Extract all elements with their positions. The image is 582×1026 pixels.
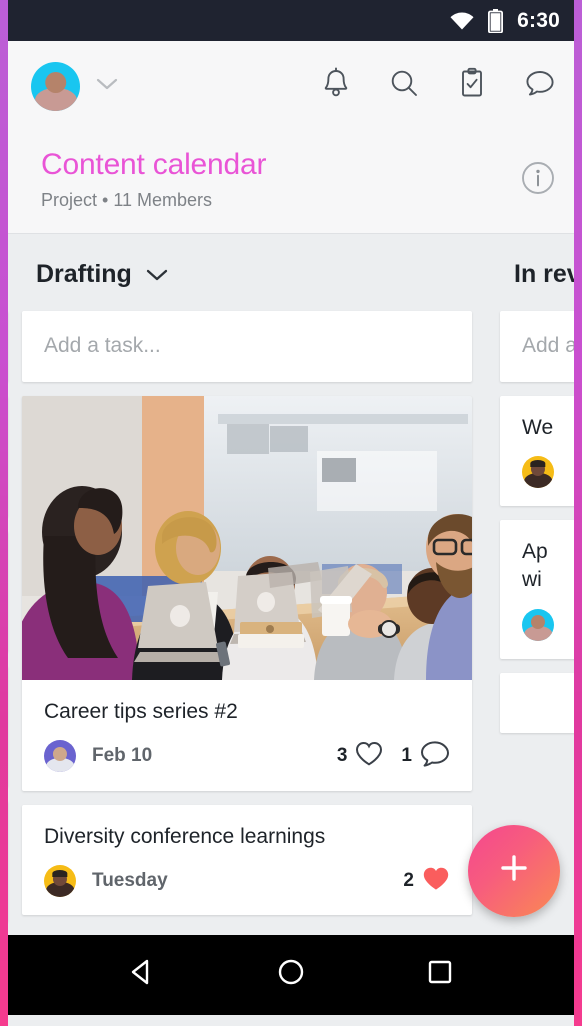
status-bar-clock: 6:30 — [517, 8, 560, 32]
task-card[interactable]: Career tips series #2 Feb 10 3 1 — [22, 395, 472, 791]
search-icon[interactable] — [388, 67, 420, 106]
create-task-fab[interactable] — [468, 824, 560, 917]
task-card-body: Career tips series #2 Feb 10 3 1 — [22, 680, 472, 791]
avatar-hair — [52, 869, 68, 877]
task-card[interactable]: Ap wi — [500, 519, 574, 659]
account-avatar[interactable] — [31, 62, 80, 111]
project-header: Content calendar Project • 11 Members — [8, 132, 574, 234]
task-card-body: We — [500, 396, 574, 506]
kanban-board[interactable]: Drafting Add a task... Career tips serie… — [8, 233, 574, 935]
tasks-icon[interactable] — [456, 67, 488, 106]
assignee-avatar[interactable] — [44, 865, 76, 898]
task-card-meta: Tuesday 2 — [44, 865, 450, 898]
add-task-input[interactable]: Add a task... — [22, 311, 472, 382]
chevron-down-icon[interactable] — [145, 260, 169, 289]
board-column-drafting[interactable]: Drafting Add a task... Career tips serie… — [8, 234, 486, 935]
assignee-avatar[interactable] — [522, 608, 554, 641]
like-count: 2 — [403, 870, 414, 892]
column-title-label: In review — [514, 259, 574, 288]
home-button[interactable] — [274, 955, 308, 994]
task-card[interactable]: Diversity conference learnings Tuesday 2 — [22, 804, 472, 916]
chevron-down-icon[interactable] — [96, 77, 118, 96]
android-nav-bar — [8, 934, 574, 1015]
heart-filled-icon[interactable] — [422, 866, 450, 897]
task-card-title-line2: wi — [522, 568, 542, 592]
recents-button[interactable] — [423, 955, 457, 994]
task-card-meta — [522, 455, 574, 488]
heart-outline-icon[interactable] — [355, 741, 383, 772]
wifi-icon — [449, 11, 475, 31]
task-card-title: Career tips series #2 — [44, 699, 238, 723]
comment-icon[interactable] — [420, 740, 450, 773]
project-header-text: Content calendar Project • 11 Members — [41, 146, 520, 211]
column-title-label: Drafting — [36, 259, 132, 288]
assignee-avatar[interactable] — [44, 740, 76, 773]
messages-icon[interactable] — [524, 67, 556, 106]
phone-frame: 6:30 Content calendar Project • 11 Membe… — [0, 0, 582, 1026]
column-header-drafting[interactable]: Drafting — [22, 234, 472, 311]
add-task-input[interactable]: Add a task... — [500, 311, 574, 382]
task-card-title: Ap — [522, 539, 548, 563]
plus-icon — [494, 848, 534, 893]
add-task-card[interactable]: Add a task... — [500, 310, 574, 382]
task-card-meta — [522, 608, 574, 641]
comment-count: 1 — [401, 745, 412, 767]
phone-screen: 6:30 Content calendar Project • 11 Membe… — [8, 0, 574, 1026]
status-bar: 6:30 — [8, 0, 574, 41]
task-card[interactable] — [500, 672, 574, 733]
avatar-hair — [530, 460, 546, 468]
like-stat[interactable]: 2 — [403, 866, 450, 897]
project-subtitle: Project • 11 Members — [41, 189, 213, 210]
like-count: 3 — [336, 745, 348, 767]
board-columns: Drafting Add a task... Career tips serie… — [8, 234, 574, 935]
task-card-photo — [22, 395, 472, 680]
avatar-head — [44, 71, 67, 94]
battery-icon — [488, 8, 504, 33]
task-card-body: Diversity conference learnings Tuesday 2 — [22, 805, 472, 915]
task-card-title: We — [522, 415, 554, 439]
task-card-date: Feb 10 — [92, 745, 153, 767]
task-card-title: Diversity conference learnings — [44, 824, 326, 848]
notifications-icon[interactable] — [320, 67, 352, 106]
comment-stat[interactable]: 1 — [401, 740, 450, 773]
task-card-date: Tuesday — [92, 870, 168, 892]
task-card-body: Ap wi — [500, 520, 574, 659]
task-card-meta: Feb 10 3 1 — [44, 740, 450, 773]
page-title: Content calendar — [41, 148, 267, 181]
info-icon[interactable] — [520, 160, 556, 201]
add-task-card[interactable]: Add a task... — [22, 310, 472, 382]
app-bar — [8, 41, 574, 132]
column-header-in-review[interactable]: In review — [500, 234, 574, 311]
assignee-avatar[interactable] — [522, 455, 554, 488]
like-stat[interactable]: 3 — [337, 741, 384, 772]
task-card[interactable]: We — [500, 395, 574, 506]
back-button[interactable] — [125, 955, 159, 994]
